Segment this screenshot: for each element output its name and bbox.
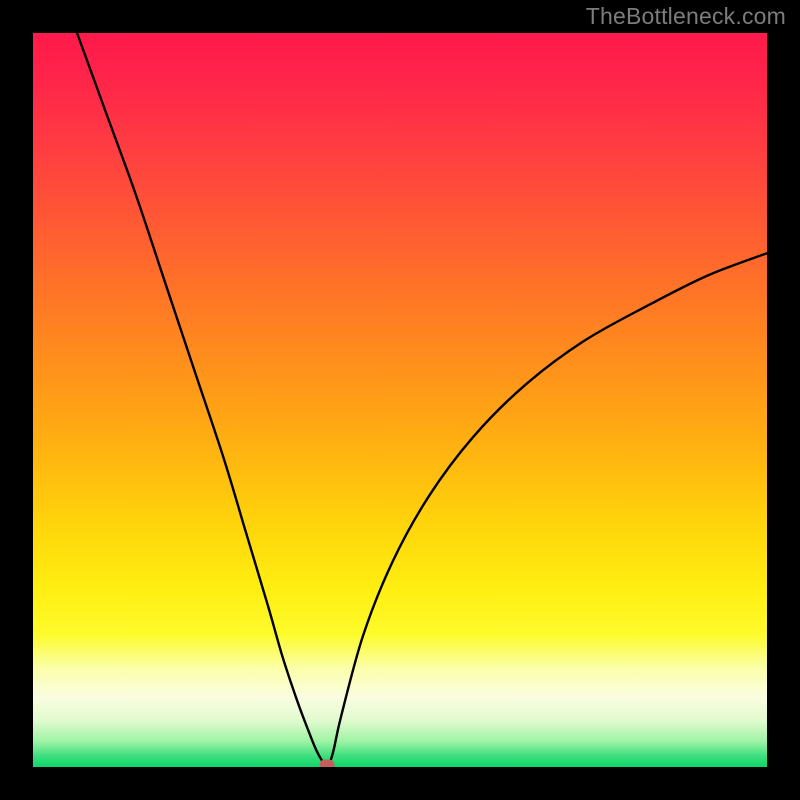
- watermark-text: TheBottleneck.com: [586, 3, 786, 30]
- plot-area: [33, 33, 767, 767]
- background-gradient: [33, 33, 767, 767]
- chart-frame: TheBottleneck.com: [0, 0, 800, 800]
